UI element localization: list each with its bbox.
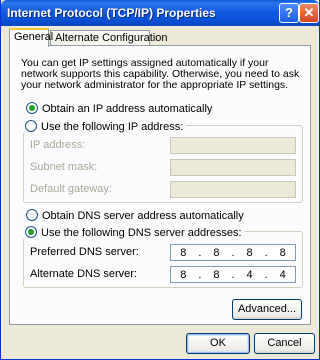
alternate-dns-input[interactable]: 8. 8. 4. 4 [170, 266, 296, 283]
cancel-button[interactable]: Cancel [254, 333, 315, 354]
radio-obtain-ip-auto[interactable]: Obtain an IP address automatically [26, 102, 212, 115]
radio-obtain-dns-auto-label: Obtain DNS server address automatically [42, 210, 244, 222]
ip-address-field [170, 137, 296, 154]
radio-use-following-ip-label: Use the following IP address: [41, 121, 184, 133]
default-gateway-label: Default gateway: [30, 183, 112, 195]
advanced-button[interactable]: Advanced... [232, 299, 302, 320]
radio-use-following-dns[interactable]: Use the following DNS server addresses: [22, 226, 245, 239]
ip-address-group: IP address: Subnet mask: Default gateway… [23, 125, 303, 203]
help-icon[interactable]: ? [279, 3, 299, 23]
radio-obtain-ip-auto-label: Obtain an IP address automatically [42, 103, 213, 115]
ip-address-label: IP address: [30, 139, 86, 151]
radio-obtain-dns-auto[interactable]: Obtain DNS server address automatically [26, 209, 244, 222]
default-gateway-field [170, 181, 296, 198]
close-icon[interactable]: ✕ [299, 3, 319, 23]
radio-selected-icon[interactable] [25, 226, 37, 238]
subnet-mask-field [170, 159, 296, 176]
general-tab-panel: You can get IP settings assigned automat… [9, 45, 311, 325]
preferred-dns-input[interactable]: 8. 8. 8. 8 [170, 244, 296, 261]
subnet-mask-label: Subnet mask: [30, 161, 98, 173]
tab-general[interactable]: General [9, 28, 53, 47]
ok-button[interactable]: OK [186, 333, 250, 354]
title-bar[interactable]: Internet Protocol (TCP/IP) Properties ? … [1, 0, 319, 26]
preferred-dns-label: Preferred DNS server: [30, 246, 139, 258]
tab-alternate-configuration[interactable]: Alternate Configuration [50, 30, 168, 46]
radio-use-following-ip[interactable]: Use the following IP address: [22, 120, 187, 133]
alternate-dns-label: Alternate DNS server: [30, 268, 137, 280]
radio-unselected-icon[interactable] [25, 120, 37, 132]
intro-text: You can get IP settings assigned automat… [21, 57, 300, 91]
radio-selected-icon[interactable] [26, 102, 38, 114]
radio-use-following-dns-label: Use the following DNS server addresses: [41, 227, 242, 239]
tcpip-properties-dialog: Internet Protocol (TCP/IP) Properties ? … [0, 0, 320, 360]
window-title: Internet Protocol (TCP/IP) Properties [7, 6, 216, 20]
dns-server-group: Preferred DNS server: 8. 8. 8. 8 Alterna… [23, 231, 303, 288]
radio-unselected-icon[interactable] [26, 209, 38, 221]
